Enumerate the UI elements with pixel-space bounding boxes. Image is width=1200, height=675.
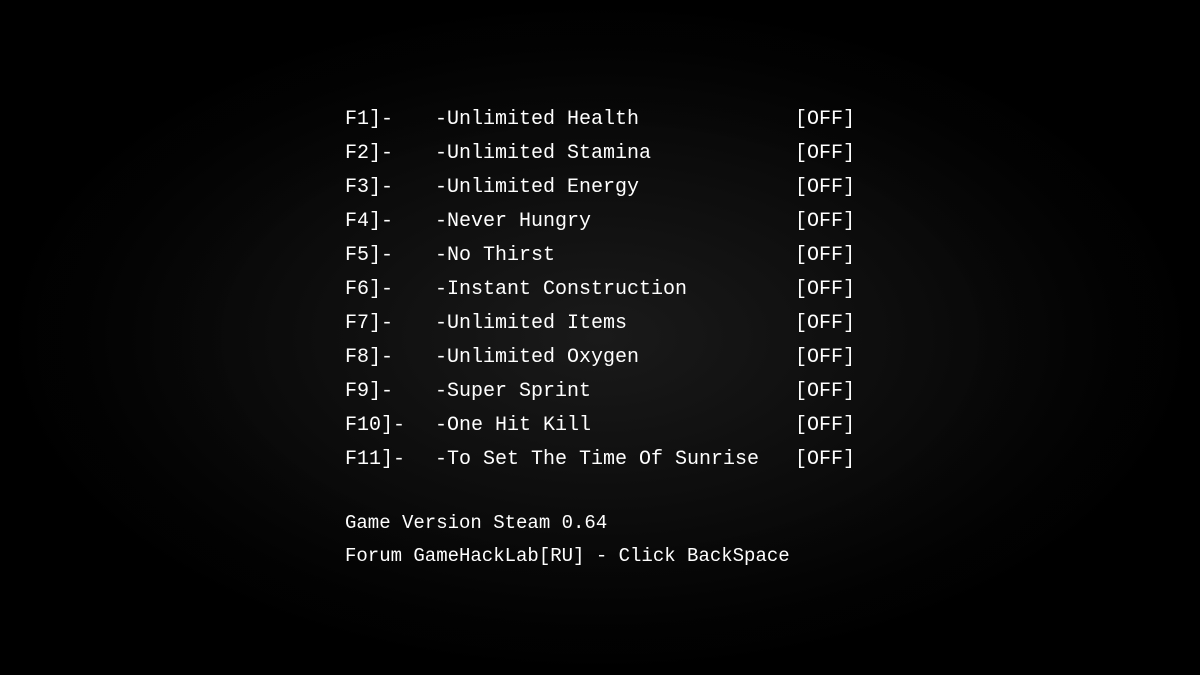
footer: Game Version Steam 0.64 Forum GameHackLa… <box>345 507 855 572</box>
cheat-status: [OFF] <box>795 443 855 477</box>
cheat-description: -One Hit Kill <box>435 409 795 443</box>
cheat-item: F7]--Unlimited Items[OFF] <box>345 307 855 341</box>
cheat-status: [OFF] <box>795 171 855 205</box>
cheat-description: -No Thirst <box>435 239 795 273</box>
cheat-status: [OFF] <box>795 239 855 273</box>
cheat-key: F5]- <box>345 239 435 273</box>
cheat-description: -To Set The Time Of Sunrise <box>435 443 795 477</box>
cheat-item: F8]--Unlimited Oxygen[OFF] <box>345 341 855 375</box>
cheat-item: F2]--Unlimited Stamina[OFF] <box>345 137 855 171</box>
cheat-description: -Super Sprint <box>435 375 795 409</box>
cheat-status: [OFF] <box>795 341 855 375</box>
cheat-status: [OFF] <box>795 205 855 239</box>
cheat-description: -Unlimited Energy <box>435 171 795 205</box>
cheat-description: -Unlimited Items <box>435 307 795 341</box>
cheat-key: F11]- <box>345 443 435 477</box>
cheat-status: [OFF] <box>795 103 855 137</box>
cheat-status: [OFF] <box>795 375 855 409</box>
cheat-item: F4]--Never Hungry[OFF] <box>345 205 855 239</box>
version-text: Game Version Steam 0.64 <box>345 507 855 539</box>
cheat-key: F10]- <box>345 409 435 443</box>
forum-text: Forum GameHackLab[RU] - Click BackSpace <box>345 540 855 572</box>
cheat-description: -Unlimited Oxygen <box>435 341 795 375</box>
cheat-item: F6]--Instant Construction[OFF] <box>345 273 855 307</box>
cheat-status: [OFF] <box>795 273 855 307</box>
cheat-status: [OFF] <box>795 137 855 171</box>
cheat-item: F5]--No Thirst[OFF] <box>345 239 855 273</box>
cheat-status: [OFF] <box>795 409 855 443</box>
cheat-key: F4]- <box>345 205 435 239</box>
cheat-item: F3]--Unlimited Energy[OFF] <box>345 171 855 205</box>
cheat-key: F2]- <box>345 137 435 171</box>
content-panel: F1]--Unlimited Health[OFF]F2]--Unlimited… <box>285 63 915 612</box>
cheat-description: -Unlimited Health <box>435 103 795 137</box>
cheat-description: -Unlimited Stamina <box>435 137 795 171</box>
cheat-key: F7]- <box>345 307 435 341</box>
cheat-key: F3]- <box>345 171 435 205</box>
cheat-description: -Never Hungry <box>435 205 795 239</box>
cheat-status: [OFF] <box>795 307 855 341</box>
screen: F1]--Unlimited Health[OFF]F2]--Unlimited… <box>0 0 1200 675</box>
cheat-key: F9]- <box>345 375 435 409</box>
cheat-key: F1]- <box>345 103 435 137</box>
cheat-item: F10]--One Hit Kill[OFF] <box>345 409 855 443</box>
cheat-item: F1]--Unlimited Health[OFF] <box>345 103 855 137</box>
cheat-item: F9]--Super Sprint[OFF] <box>345 375 855 409</box>
cheat-list: F1]--Unlimited Health[OFF]F2]--Unlimited… <box>345 103 855 477</box>
cheat-key: F8]- <box>345 341 435 375</box>
cheat-key: F6]- <box>345 273 435 307</box>
cheat-item: F11]--To Set The Time Of Sunrise[OFF] <box>345 443 855 477</box>
cheat-description: -Instant Construction <box>435 273 795 307</box>
